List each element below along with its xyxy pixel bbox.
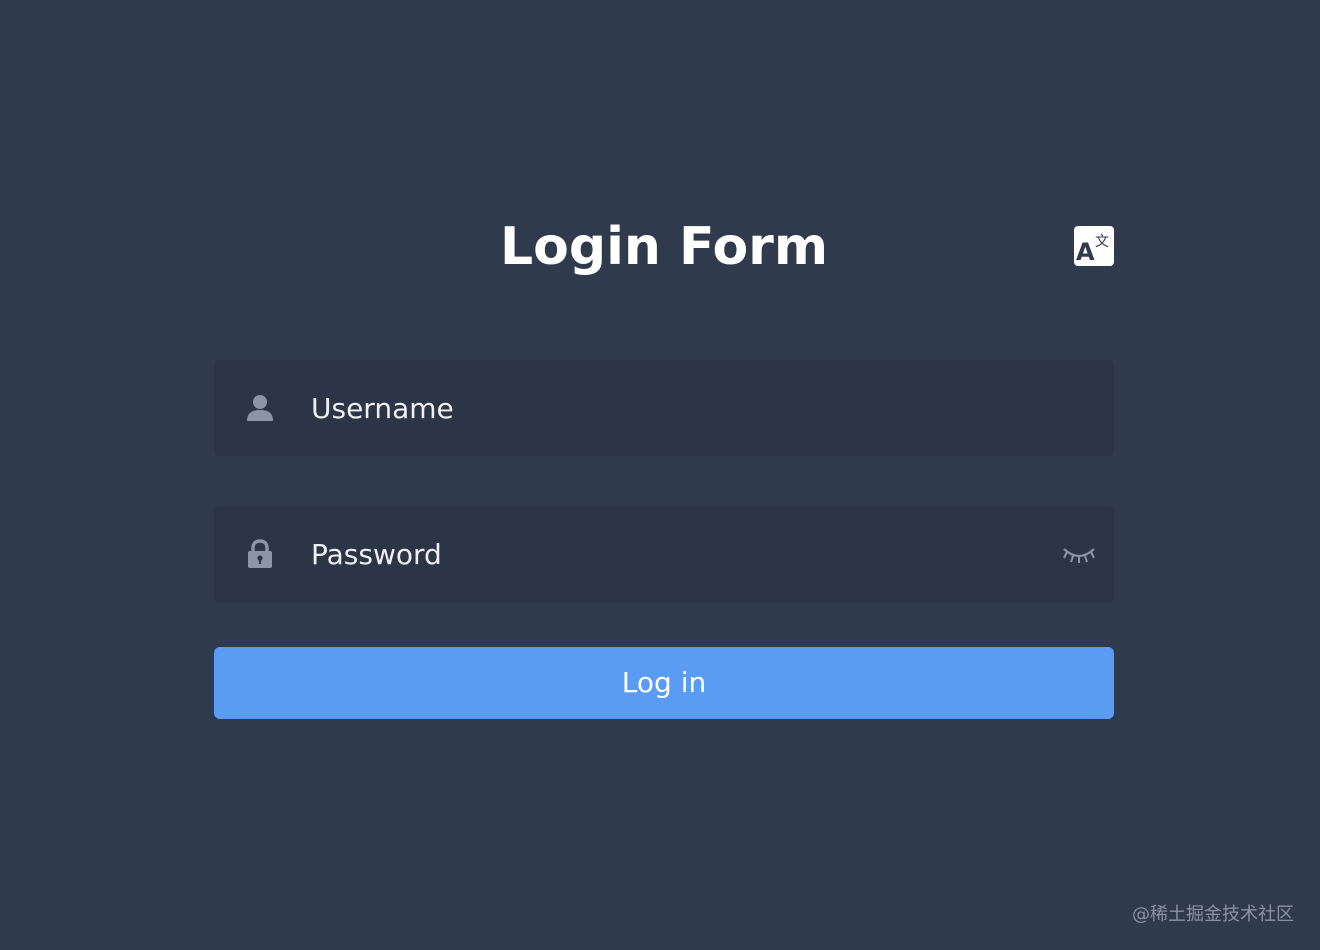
page-title: Login Form: [500, 217, 828, 277]
watermark: @稀土掘金技术社区: [1132, 904, 1294, 925]
username-input[interactable]: [311, 381, 1031, 435]
user-icon: [245, 393, 275, 423]
password-visibility-toggle[interactable]: [1061, 537, 1097, 571]
svg-text:A: A: [1076, 238, 1095, 266]
svg-text:文: 文: [1095, 234, 1109, 250]
language-switch-button[interactable]: A 文: [1074, 226, 1114, 266]
translate-icon: A 文: [1076, 234, 1109, 266]
username-field: [214, 360, 1114, 456]
password-input[interactable]: [311, 527, 1031, 581]
login-button[interactable]: Log in: [214, 647, 1114, 719]
eye-closed-icon: [1063, 548, 1095, 563]
login-form: Login Form A 文 Username Log in: [214, 0, 1114, 950]
lock-icon: [245, 539, 275, 569]
password-field: [214, 506, 1114, 602]
